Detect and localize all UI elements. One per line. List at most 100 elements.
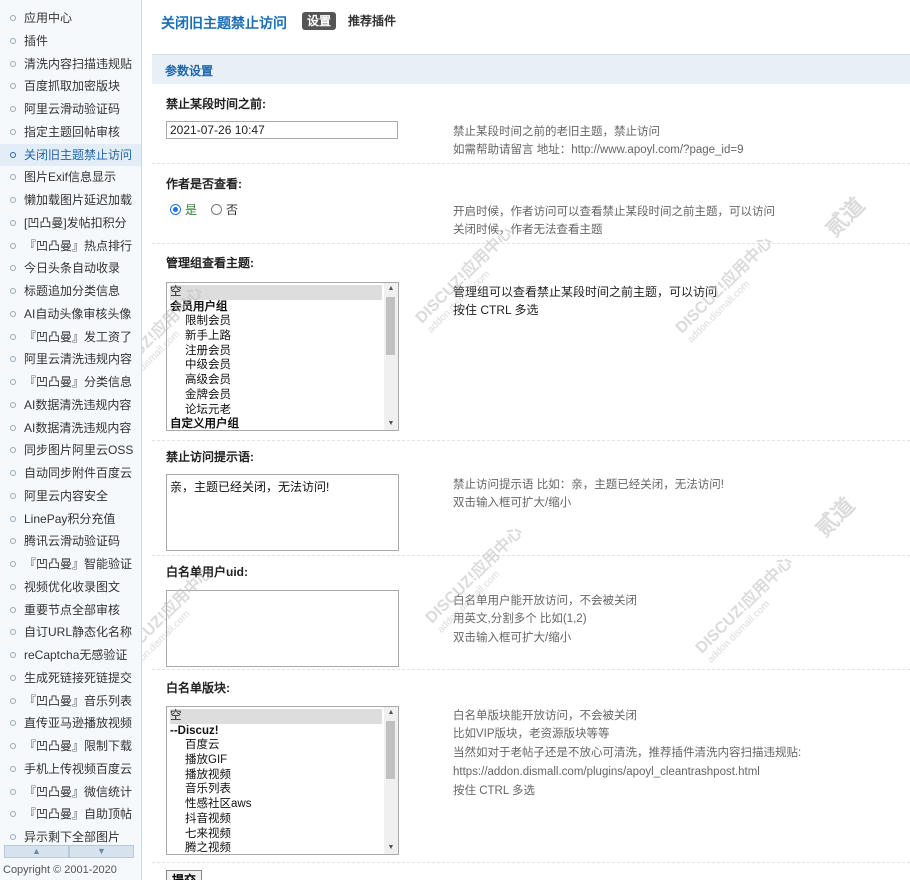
author-view-no-label[interactable]: 否 [226,201,238,218]
sidebar-item[interactable]: 直传亚马逊播放视频 [0,712,141,735]
bullet-icon [10,583,16,590]
sidebar-item[interactable]: AI数据清洗违规内容 [0,417,141,440]
sidebar-item[interactable]: LinePay积分充值 [0,508,141,531]
listbox-option[interactable]: 新手上路 [170,329,382,344]
sidebar-item[interactable]: 清洗内容扫描违规贴 [0,53,141,76]
listbox-option[interactable]: 七来视频 [170,827,382,842]
listbox-option[interactable]: 限制会员 [170,314,382,329]
tab-settings[interactable]: 设置 [302,12,337,30]
listbox-option[interactable]: 音乐列表 [170,782,382,797]
sidebar-item[interactable]: 百度抓取加密版块 [0,75,141,98]
listbox-option[interactable]: 高级会员 [170,373,382,388]
sidebar-item[interactable]: 手机上传视频百度云 [0,758,141,781]
scroll-thumb[interactable] [386,721,395,779]
whitelist-uid-textarea[interactable] [166,590,399,667]
sidebar-item[interactable]: 生成死链接死链提交 [0,667,141,690]
sidebar-item-label: 应用中心 [24,11,73,25]
author-view-yes-label[interactable]: 是 [185,201,197,218]
sidebar-item[interactable]: 『凹凸曼』自助顶帖 [0,803,141,826]
sidebar-item[interactable]: 『凹凸曼』微信统计 [0,781,141,804]
listbox-option[interactable]: 论坛元老 [170,403,382,418]
sidebar-item[interactable]: 指定主题回帖审核 [0,121,141,144]
sidebar-item[interactable]: 插件 [0,30,141,53]
listbox-option[interactable]: 百度云 [170,738,382,753]
bullet-icon [10,720,16,727]
whitelist-forums-hint-4[interactable]: https://addon.dismall.com/plugins/apoyl_… [453,763,760,781]
sidebar-item[interactable]: 『凹凸曼』智能验证 [0,553,141,576]
deny-message-label: 禁止访问提示语: [166,450,254,464]
sidebar-item[interactable]: [凹凸曼]发帖扣积分 [0,212,141,235]
listbox-option[interactable]: 空 [170,709,382,724]
listbox-option[interactable]: 中级会员 [170,358,382,373]
sidebar-item[interactable]: 『凹凸曼』限制下载 [0,735,141,758]
sidebar-item[interactable]: 『凹凸曼』热点排行 [0,235,141,258]
scroll-up-arrow-icon[interactable]: ▲ [384,283,398,295]
sidebar-item[interactable]: 自动同步附件百度云 [0,462,141,485]
sidebar-item[interactable]: 关闭旧主题禁止访问 [0,143,141,167]
tab-recommended-plugins[interactable]: 推荐插件 [348,12,396,30]
admin-groups-multiselect[interactable]: 空会员用户组 限制会员 新手上路 注册会员 中级会员 高级会员 金牌会员 论坛元老 自定义用户组… [166,282,399,431]
sidebar-item[interactable]: 今日头条自动收录 [0,257,141,280]
sidebar-item[interactable]: 重要节点全部审核 [0,599,141,622]
listbox-option[interactable]: 播放视频 [170,768,382,783]
listbox-option[interactable]: 会员用户组 [170,300,382,315]
sidebar-item[interactable]: 应用中心 [0,7,141,30]
listbox-option[interactable]: 性感社区aws [170,797,382,812]
listbox-option[interactable]: --Discuz! [170,724,382,739]
sidebar-item[interactable]: 『凹凸曼』发工资了 [0,326,141,349]
sidebar-item[interactable]: 阿里云清洗违规内容 [0,348,141,371]
sidebar-item[interactable]: AI数据清洗违规内容 [0,394,141,417]
submit-button[interactable]: 提交 [166,870,203,880]
listbox-option[interactable]: 播放GIF [170,753,382,768]
scroll-down-arrow-icon[interactable]: ▼ [384,842,398,854]
sidebar-item[interactable]: 腾讯云滑动验证码 [0,530,141,553]
sidebar-item[interactable]: 『凹凸曼』分类信息 [0,371,141,394]
admin-groups-label: 管理组查看主题: [166,256,254,270]
bullet-icon [10,219,16,226]
sidebar-item[interactable]: 视频优化收录图文 [0,576,141,599]
sidebar-item[interactable]: reCaptcha无感验证 [0,644,141,667]
listbox-scrollbar[interactable]: ▲ ▼ [384,283,398,430]
scroll-up-icon[interactable]: ▲ [4,845,69,858]
main-content: 关闭旧主题禁止访问 设置 推荐插件 参数设置 禁止某段时间之前: 2021-07… [142,0,910,880]
bullet-icon [10,83,16,90]
sidebar-item[interactable]: 阿里云滑动验证码 [0,98,141,121]
author-view-yes-radio[interactable] [170,204,181,215]
sidebar-item[interactable]: 懒加载图片延迟加载 [0,189,141,212]
sidebar-item-label: 腾讯云滑动验证码 [24,534,121,549]
sidebar-item-label: 指定主题回帖审核 [24,124,121,139]
whitelist-forums-multiselect[interactable]: 空 --Discuz! 百度云 播放GIF 播放视频 音乐列表 性感社区aws 抖音视频 七来视… [166,706,399,855]
listbox-scrollbar[interactable]: ▲ ▼ [384,707,398,854]
sidebar-item[interactable]: 图片Exif信息显示 [0,166,141,189]
listbox-option[interactable]: 注册会员 [170,344,382,359]
sidebar-item-label: 懒加载图片延迟加载 [24,193,133,207]
sidebar-item-label: 『凹凸曼』热点排行 [24,238,133,253]
cutoff-datetime-input[interactable]: 2021-07-26 10:47 [166,121,398,139]
listbox-option[interactable]: 抖音视频 [170,812,382,827]
divider [152,555,910,556]
bullet-icon [10,652,16,658]
scroll-down-arrow-icon[interactable]: ▼ [384,418,398,430]
sidebar-item[interactable]: 同步图片阿里云OSS [0,439,141,462]
deny-message-textarea[interactable]: 亲，主题已经关闭，无法访问! [166,474,399,551]
scroll-down-icon[interactable]: ▼ [69,845,134,858]
admin-groups-options: 空会员用户组 限制会员 新手上路 注册会员 中级会员 高级会员 金牌会员 论坛元老 自定义用户组 [167,283,398,430]
listbox-option[interactable]: 自定义用户组 [170,417,382,430]
listbox-option[interactable]: 空 [170,285,382,300]
sidebar-item[interactable]: 标题追加分类信息 [0,280,141,303]
sidebar-item-label: 同步图片阿里云OSS [24,443,134,458]
listbox-option[interactable]: 腾之视频 [170,841,382,854]
cutoff-hint-1: 禁止某段时间之前的老旧主题，禁止访问 [453,126,660,138]
sidebar-item[interactable]: 自订URL静态化名称 [0,621,141,644]
bullet-icon [10,811,16,818]
scroll-thumb[interactable] [386,297,395,355]
listbox-option[interactable]: 金牌会员 [170,388,382,403]
sidebar-item[interactable]: AI自动头像审核头像 [0,303,141,326]
author-view-no-radio[interactable] [211,204,223,215]
sidebar-item[interactable]: 『凹凸曼』音乐列表 [0,690,141,713]
bullet-icon [10,310,16,317]
bullet-icon [10,629,16,636]
bullet-icon [10,538,16,545]
sidebar-item[interactable]: 阿里云内容安全 [0,485,141,508]
scroll-up-arrow-icon[interactable]: ▲ [384,707,398,719]
